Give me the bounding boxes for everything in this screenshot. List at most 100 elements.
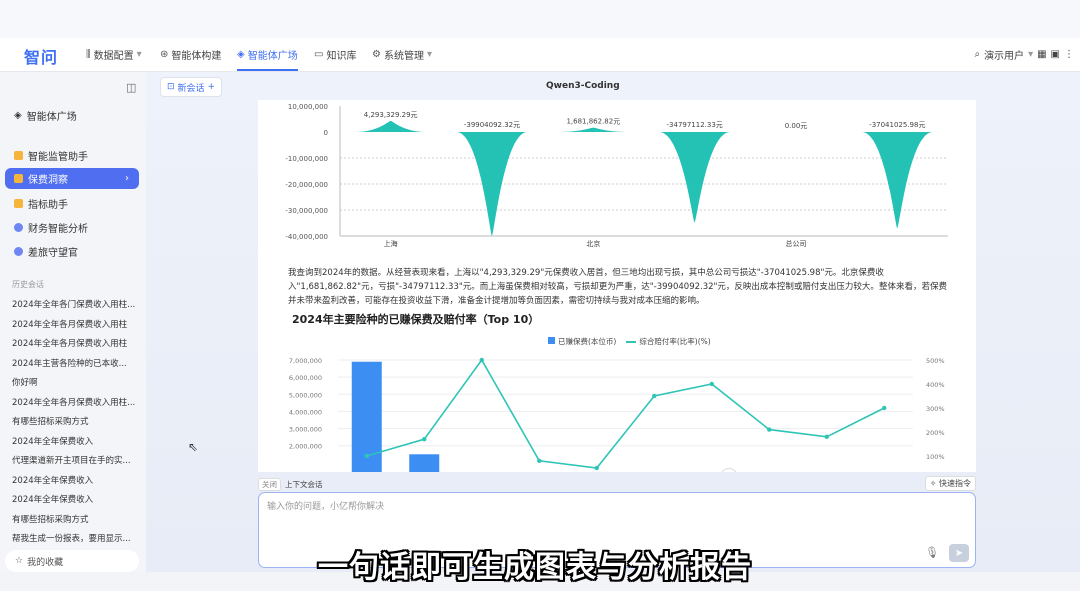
chevron-right-icon: › — [125, 173, 129, 184]
analysis-text: 我查询到2024年的数据。从经营表现来看，上海以"4,293,329.29"元保… — [288, 268, 947, 306]
quick-command-button[interactable]: ✧ 快速指令 — [924, 476, 976, 491]
area-peak — [355, 120, 427, 132]
history-item[interactable]: 2024年主营各险种的已本收... — [12, 357, 140, 369]
history-title: 历史会话 — [12, 280, 44, 289]
rate-point — [479, 357, 484, 363]
user-name[interactable]: 演示用户 — [984, 47, 1024, 62]
input-placeholder: 输入你的问题，小亿帮你解决 — [267, 502, 385, 512]
nav-agent-square[interactable]: ◈ 智能体广场 — [237, 47, 298, 71]
nav-agent-build[interactable]: ⊛ 智能体构建 — [160, 47, 221, 62]
data-label: -34797112.33元 — [667, 121, 723, 129]
y-right-tick-label: 100% — [926, 453, 945, 461]
rate-point — [882, 405, 887, 411]
history-item[interactable]: 2024年全年保费收入 — [12, 435, 140, 447]
history-item[interactable]: 帮我生成一份报表，要用显示... — [12, 532, 140, 544]
cube-icon: ◈ — [14, 110, 22, 121]
sidebar-item-supervision[interactable]: 智能监管助手 — [14, 148, 88, 163]
history-item[interactable]: 2024年全年保费收入 — [12, 493, 140, 505]
chart2-legend: 已赚保费(本位币) 综合赔付率(比率)(%) — [548, 336, 711, 347]
top-strip — [0, 0, 1080, 38]
legend-line[interactable]: 综合赔付率(比率)(%) — [626, 336, 711, 347]
sidebar-item-travel[interactable]: 差旅守望官 — [14, 244, 78, 259]
y-right-tick-label: 300% — [926, 405, 945, 413]
history-item[interactable]: 2024年全年各月保费收入用柱 — [12, 337, 140, 349]
x-tick-label: 总公司 — [786, 239, 807, 248]
lightbulb-icon: ✧ — [929, 479, 937, 488]
y-left-tick-label: 5,000,000 — [289, 391, 322, 399]
y-left-tick-label: 7,000,000 — [289, 357, 322, 365]
y-left-tick-label: 4,000,000 — [289, 408, 322, 416]
y-tick-label: -20,000,000 — [285, 181, 328, 189]
agent-square-link[interactable]: ◈ 智能体广场 — [14, 108, 77, 123]
y-right-tick-label: 400% — [926, 381, 945, 389]
rate-point — [364, 453, 369, 459]
area-peak — [557, 127, 629, 132]
favorites-button[interactable]: ☆ 我的收藏 — [5, 550, 139, 572]
bar — [409, 454, 440, 472]
data-icon: ⫼ — [86, 49, 91, 60]
y-left-tick-label: 2,000,000 — [289, 443, 322, 451]
mouse-cursor-icon: ⇖ — [188, 440, 199, 454]
x-tick-label: 上海 — [384, 239, 398, 248]
chart2-title: 2024年主要险种的已赚保费及赔付率（Top 10） — [292, 313, 540, 326]
qrcode-icon[interactable]: ▦ — [1037, 49, 1046, 60]
chevron-down-icon: ▾ — [136, 49, 142, 60]
message-icon[interactable]: ▣ — [1051, 49, 1060, 60]
new-chat-button[interactable]: ⊡ 新会话 + — [160, 77, 222, 97]
agent-dot-icon — [14, 247, 23, 256]
model-title: Qwen3-Coding — [546, 81, 620, 91]
nav-system[interactable]: ⚙ 系统管理 ▾ — [372, 47, 432, 62]
chevron-down-icon: ▾ — [426, 49, 432, 60]
legend-bar[interactable]: 已赚保费(本位币) — [548, 336, 616, 347]
sidebar: ◫ ◈ 智能体广场 智能监管助手 保费洞察 › 指标助手 财务智能分析 差旅守望官 … — [0, 72, 146, 572]
nav-knowledge[interactable]: ▭ 知识库 — [314, 47, 356, 62]
rate-point — [594, 465, 599, 471]
data-label: 4,293,329.29元 — [364, 111, 418, 119]
y-right-tick-label: 500% — [926, 357, 945, 365]
x-tick-label: 北京 — [586, 239, 600, 248]
microphone-icon[interactable]: 🎙 — [925, 546, 939, 559]
app-logo: 智问 — [24, 48, 59, 67]
y-tick-label: -40,000,000 — [285, 233, 328, 241]
data-label: -37041025.98元 — [869, 121, 925, 129]
nav-data-config[interactable]: ⫼ 数据配置 ▾ — [86, 47, 142, 62]
main-area: ⊡ 新会话 + Qwen3-Coding 10,000,000 0 -10,000,00… — [146, 72, 1080, 572]
nav-right: ⌕ 演示用户 ▾ ▦ ▣ ⋮ — [974, 47, 1074, 62]
search-icon[interactable]: ⌕ — [974, 49, 980, 60]
y-tick-label: 0 — [324, 129, 328, 137]
history-item[interactable]: 2024年全年保费收入 — [12, 474, 140, 486]
navbar: 智问 ⫼ 数据配置 ▾ ⊛ 智能体构建 ◈ 智能体广场 ▭ 知识库 ⚙ 系统管理 ▾ ⌕ 演示… — [0, 38, 1080, 72]
robot-icon: ⊛ — [160, 49, 169, 60]
history-item[interactable]: 2024年全年各月保费收入用柱 — [12, 318, 140, 330]
chat-content: 10,000,000 0 -10,000,000 -20,000,000 -30,000… — [258, 100, 976, 472]
lock-icon — [14, 174, 23, 183]
context-toggle[interactable]: 关闭 — [258, 477, 281, 491]
history-item[interactable]: 2024年全年各门保费收入用柱... — [12, 298, 140, 310]
sidebar-item-metric[interactable]: 指标助手 — [14, 196, 68, 211]
history-item[interactable]: 代理渠道新开主项目在手的实... — [12, 454, 140, 466]
new-chat-icon: ⊡ — [166, 82, 175, 92]
y-left-tick-label: 6,000,000 — [289, 374, 322, 382]
y-tick-label: 10,000,000 — [288, 103, 328, 111]
y-tick-label: -30,000,000 — [285, 207, 328, 215]
sidebar-item-premium-insight[interactable]: 保费洞察 › — [5, 168, 139, 189]
premium-chart: 7,000,000 6,000,000 5,000,000 4,000,000 3,00… — [289, 357, 945, 472]
history-item[interactable]: 你好啊 — [12, 376, 140, 388]
context-label: 上下文会话 — [285, 479, 323, 489]
collapse-sidebar-icon[interactable]: ◫ — [126, 81, 136, 94]
history-item[interactable]: 有哪些招标采购方式 — [12, 415, 140, 427]
rate-point — [767, 427, 772, 432]
sidebar-item-finance[interactable]: 财务智能分析 — [14, 220, 88, 235]
book-icon: ▭ — [314, 49, 324, 60]
y-left-tick-label: 3,000,000 — [289, 426, 322, 434]
more-icon[interactable]: ⋮ — [1064, 49, 1074, 60]
cube-icon: ◈ — [237, 49, 245, 60]
history-item[interactable]: 有哪些招标采购方式 — [12, 513, 140, 525]
rate-point — [422, 437, 427, 442]
rate-point — [824, 434, 829, 439]
history-item[interactable]: 2024年全年各月保费收入用柱... — [12, 396, 140, 408]
send-button[interactable]: ➤ — [949, 544, 969, 562]
rate-point — [709, 381, 714, 387]
data-label: -39904092.32元 — [464, 121, 520, 129]
area-peak — [861, 132, 933, 229]
